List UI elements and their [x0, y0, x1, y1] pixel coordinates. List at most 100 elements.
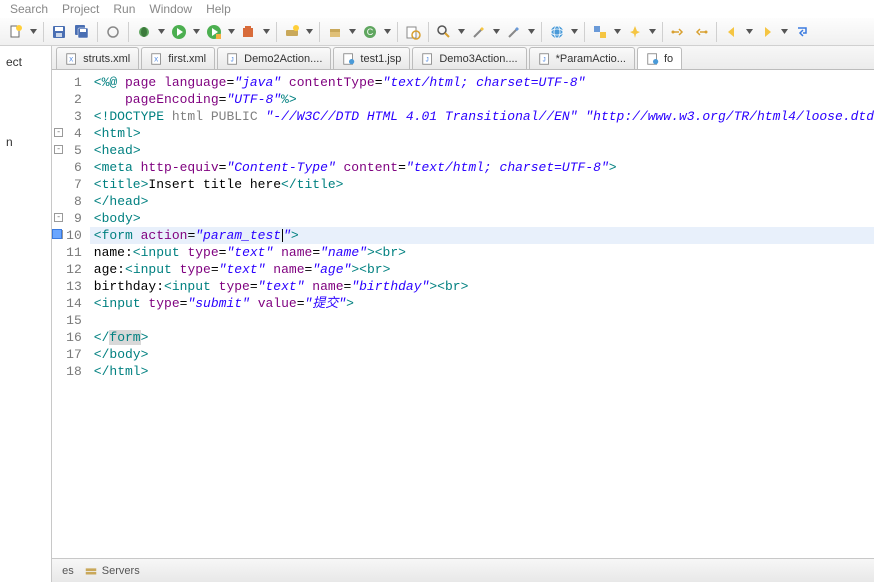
dropdown-icon[interactable]	[613, 28, 622, 35]
code-line[interactable]: name:<input type="text" name="name"><br>	[90, 244, 874, 261]
sidebar-item[interactable]: n	[4, 132, 47, 152]
fold-toggle[interactable]: -	[54, 213, 63, 222]
code-line[interactable]: <head>	[90, 142, 874, 159]
tool-button[interactable]	[103, 22, 123, 42]
code-line[interactable]: <!DOCTYPE html PUBLIC "-//W3C//DTD HTML …	[90, 108, 874, 125]
bottom-tab[interactable]: es	[62, 565, 74, 577]
menu-window[interactable]: Window	[149, 2, 192, 16]
dropdown-icon[interactable]	[648, 28, 657, 35]
editor-tab[interactable]: J *ParamActio...	[529, 47, 635, 69]
fold-toggle[interactable]: -	[54, 128, 63, 137]
tab-label: Demo3Action....	[439, 53, 517, 65]
back-button[interactable]	[722, 22, 742, 42]
code-line[interactable]: age:<input type="text" name="age"><br>	[90, 261, 874, 278]
dropdown-icon[interactable]	[570, 28, 579, 35]
run-server-button[interactable]	[204, 22, 224, 42]
dropdown-icon[interactable]	[348, 28, 357, 35]
dropdown-icon[interactable]	[492, 28, 501, 35]
dropdown-icon[interactable]	[227, 28, 236, 35]
editor-tab[interactable]: J Demo3Action....	[412, 47, 526, 69]
code-line[interactable]: </html>	[90, 363, 874, 380]
code-line[interactable]: </form>	[90, 329, 874, 346]
new-button[interactable]	[6, 22, 26, 42]
code-content[interactable]: <%@ page language="java" contentType="te…	[90, 70, 874, 558]
code-editor[interactable]: 1234-5-6789-10-1112131415161718 <%@ page…	[52, 70, 874, 558]
bottom-tabs: es Servers	[52, 558, 874, 582]
code-line[interactable]: <title>Insert title here</title>	[90, 176, 874, 193]
new-package-button[interactable]	[325, 22, 345, 42]
svg-text:J: J	[426, 56, 429, 63]
wand-button[interactable]	[469, 22, 489, 42]
search-button[interactable]	[434, 22, 454, 42]
svg-text:J: J	[542, 56, 545, 63]
dropdown-icon[interactable]	[383, 28, 392, 35]
wand2-button[interactable]	[504, 22, 524, 42]
code-line[interactable]: <html>	[90, 125, 874, 142]
dropdown-icon[interactable]	[745, 28, 754, 35]
next-annotation-button[interactable]	[668, 22, 688, 42]
code-line[interactable]: </head>	[90, 193, 874, 210]
code-line[interactable]: <body>	[90, 210, 874, 227]
server-icon	[84, 564, 98, 578]
separator	[428, 22, 429, 42]
forward-button[interactable]	[757, 22, 777, 42]
tab-label: *ParamActio...	[556, 53, 626, 65]
toggle-button[interactable]	[590, 22, 610, 42]
dropdown-icon[interactable]	[527, 28, 536, 35]
dropdown-icon[interactable]	[457, 28, 466, 35]
debug-button[interactable]	[134, 22, 154, 42]
editor-tab[interactable]: fo	[637, 47, 682, 69]
external-tools-button[interactable]	[239, 22, 259, 42]
separator	[43, 22, 44, 42]
file-icon: J	[421, 52, 435, 66]
editor-tab[interactable]: JDemo2Action....	[217, 47, 331, 69]
menu-project[interactable]: Project	[62, 2, 99, 16]
dropdown-icon[interactable]	[192, 28, 201, 35]
tab-label: fo	[664, 53, 673, 65]
code-line[interactable]: <%@ page language="java" contentType="te…	[90, 74, 874, 91]
run-button[interactable]	[169, 22, 189, 42]
line-gutter: 1234-5-6789-10-1112131415161718	[52, 70, 90, 558]
code-line[interactable]: <input type="submit" value="提交">	[90, 295, 874, 312]
code-line[interactable]: birthday:<input type="text" name="birthd…	[90, 278, 874, 295]
new-server-button[interactable]	[282, 22, 302, 42]
fold-toggle[interactable]: -	[54, 145, 63, 154]
separator	[276, 22, 277, 42]
code-line[interactable]: </body>	[90, 346, 874, 363]
save-button[interactable]	[49, 22, 69, 42]
separator	[97, 22, 98, 42]
dropdown-icon[interactable]	[305, 28, 314, 35]
menu-run[interactable]: Run	[113, 2, 135, 16]
code-line[interactable]	[90, 312, 874, 329]
save-all-button[interactable]	[72, 22, 92, 42]
tab-label: test1.jsp	[360, 53, 401, 65]
editor-tab[interactable]: test1.jsp	[333, 47, 410, 69]
svg-text:J: J	[231, 56, 234, 63]
file-icon: X	[150, 52, 164, 66]
editor-tab[interactable]: Xfirst.xml	[141, 47, 215, 69]
menu-search[interactable]: Search	[10, 2, 48, 16]
file-icon: X	[65, 52, 79, 66]
project-explorer[interactable]: ect n	[0, 46, 52, 582]
prev-annotation-button[interactable]	[691, 22, 711, 42]
servers-tab[interactable]: Servers	[84, 564, 140, 578]
dropdown-icon[interactable]	[262, 28, 271, 35]
globe-button[interactable]	[547, 22, 567, 42]
code-line[interactable]: pageEncoding="UTF-8"%>	[90, 91, 874, 108]
dropdown-icon[interactable]	[780, 28, 789, 35]
dropdown-icon[interactable]	[29, 28, 38, 35]
editor-tab[interactable]: Xstruts.xml	[56, 47, 139, 69]
svg-text:C: C	[367, 27, 374, 37]
editor-tabs: Xstruts.xmlXfirst.xmlJDemo2Action.... tes…	[52, 46, 874, 70]
new-class-button[interactable]: C	[360, 22, 380, 42]
dropdown-icon[interactable]	[157, 28, 166, 35]
code-line[interactable]: <meta http-equiv="Content-Type" content=…	[90, 159, 874, 176]
last-edit-button[interactable]	[792, 22, 812, 42]
sidebar-item[interactable]: ect	[4, 52, 47, 72]
svg-text:X: X	[154, 56, 158, 63]
menu-help[interactable]: Help	[206, 2, 231, 16]
line-marker	[52, 229, 62, 239]
pin-button[interactable]	[625, 22, 645, 42]
code-line[interactable]: <form action="param_test">	[90, 227, 874, 244]
open-type-button[interactable]	[403, 22, 423, 42]
